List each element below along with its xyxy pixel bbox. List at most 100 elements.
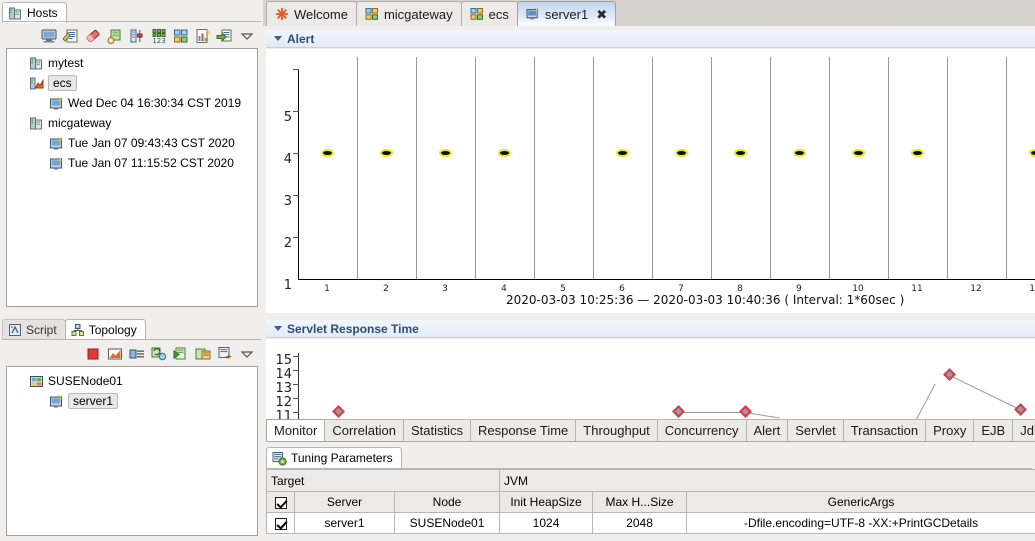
tree-item-mytest[interactable]: mytest (7, 53, 257, 73)
section-header-servlet-response-time[interactable]: Servlet Response Time (266, 320, 1035, 338)
session-icon (49, 136, 64, 151)
alert-ytick-1: 1 (283, 278, 292, 293)
host-chart-icon (29, 76, 44, 91)
editor-tab-micgateway[interactable]: micgateway (355, 1, 462, 26)
data-point (734, 149, 747, 157)
tree-item-session-2020-01-07-1115[interactable]: Tue Jan 07 11:15:52 CST 2020 (7, 153, 257, 173)
monitor-tabstrip: Monitor Correlation Statistics Response … (266, 419, 1035, 441)
column-header-node[interactable]: Node (393, 491, 501, 513)
tuning-parameters-table[interactable]: Target JVM Server Node Init HeapSize Max… (265, 469, 1035, 534)
counters-icon[interactable]: 123 (150, 27, 168, 45)
tab-response-time[interactable]: Response Time (469, 419, 577, 441)
topology-tree[interactable]: SUSENode01 server1 (7, 367, 257, 411)
table-column-header-row: Server Node Init HeapSize Max H...Size G… (266, 491, 1035, 513)
report-icon[interactable] (194, 27, 212, 45)
start-server-icon[interactable] (172, 345, 190, 363)
alert-xtick-3: 3 (442, 284, 448, 294)
tree-item-micgateway[interactable]: micgateway (7, 113, 257, 133)
view-menu-icon[interactable] (238, 27, 256, 45)
checkbox-icon[interactable] (274, 517, 287, 530)
alert-ytick-4: 4 (283, 152, 292, 167)
tree-item-label: Tue Jan 07 11:15:52 CST 2020 (68, 156, 234, 170)
refresh-topology-icon[interactable] (150, 345, 168, 363)
topology-toolbar (60, 344, 256, 364)
edit-script-icon[interactable] (62, 27, 80, 45)
table-row[interactable]: server1 SUSENode01 1024 2048 -Dfile.enco… (266, 512, 1035, 534)
eraser-icon[interactable] (84, 27, 102, 45)
tree-item-session-2020-01-07-0943[interactable]: Tue Jan 07 09:43:43 CST 2020 (7, 133, 257, 153)
servlet-response-time-chart[interactable]: 15 14 13 12 11 (266, 339, 1035, 419)
close-icon[interactable]: ✖ (596, 8, 607, 21)
section-header-alert[interactable]: Alert (266, 30, 1035, 48)
chevron-down-icon[interactable] (274, 36, 282, 41)
tune-icon[interactable] (128, 27, 146, 45)
alert-xtick-11: 11 (911, 284, 923, 294)
column-header-init-heapsize[interactable]: Init HeapSize (499, 491, 594, 513)
hosts-tree[interactable]: mytest ecs Wed Dec 04 16:30:34 CST 2019 … (7, 49, 257, 173)
view-menu-icon[interactable] (238, 345, 256, 363)
chart-icon[interactable] (106, 345, 124, 363)
tab-ejb[interactable]: EJB (973, 419, 1014, 441)
view-tab-topology[interactable]: Topology (64, 319, 146, 340)
view-tab-script[interactable]: Script (2, 319, 66, 340)
tab-statistics[interactable]: Statistics (402, 419, 471, 441)
view-tab-hosts[interactable]: Hosts (2, 2, 67, 23)
tree-item-susenode01[interactable]: SUSENode01 (7, 371, 257, 391)
tab-concurrency[interactable]: Concurrency (656, 419, 747, 441)
server-icon (49, 394, 64, 409)
tab-transaction[interactable]: Transaction (842, 419, 927, 441)
srt-ytick-13: 13 (275, 381, 292, 396)
properties-icon[interactable] (128, 345, 146, 363)
editor-tab-welcome[interactable]: Welcome (266, 1, 357, 26)
tab-label: Monitor (274, 423, 318, 438)
column-header-max-heapsize[interactable]: Max H...Size (592, 491, 688, 513)
grid-icon[interactable] (172, 27, 190, 45)
alert-xtick-2: 2 (383, 284, 389, 294)
row-checkbox-cell[interactable] (266, 512, 295, 534)
alert-ytick-2: 2 (283, 236, 292, 251)
monitor-icon[interactable] (40, 27, 58, 45)
checkbox-icon[interactable] (274, 496, 287, 509)
cell-server: server1 (294, 512, 395, 534)
tab-correlation[interactable]: Correlation (324, 419, 404, 441)
cell-max-heapsize: 2048 (592, 512, 688, 534)
tab-jdbcconnectionpool[interactable]: JdbcConnectionPo (1012, 419, 1035, 441)
hosts-toolbar: 123 (20, 26, 256, 46)
add-agent-icon[interactable] (106, 27, 124, 45)
view-tab-tuning-parameters[interactable]: Tuning Parameters (266, 447, 402, 468)
tab-throughput[interactable]: Throughput (575, 419, 658, 441)
topology-view: Script Topology SUSENode01 server1 (0, 313, 263, 541)
tab-servlet[interactable]: Servlet (787, 419, 844, 441)
editor-tab-server1[interactable]: server1 ✖ (516, 1, 617, 26)
deploy-icon[interactable] (194, 345, 212, 363)
hosts-tree-container[interactable]: mytest ecs Wed Dec 04 16:30:34 CST 2019 … (6, 48, 258, 307)
save-icon[interactable] (216, 345, 234, 363)
tree-item-label: ecs (48, 75, 77, 91)
data-point (321, 149, 334, 157)
srt-line-segment (949, 375, 1024, 412)
data-point (498, 149, 511, 157)
topology-view-tabfolder: Script Topology (2, 318, 146, 340)
tab-monitor[interactable]: Monitor (266, 419, 326, 441)
column-header-server[interactable]: Server (294, 491, 395, 513)
select-all-checkbox-header[interactable] (266, 491, 295, 513)
alert-chart[interactable]: 5 4 3 2 1 0 (266, 49, 1035, 313)
tab-label: Proxy (933, 423, 967, 438)
export-icon[interactable] (216, 27, 234, 45)
editor-tab-ecs[interactable]: ecs (460, 1, 518, 26)
tree-item-ecs[interactable]: ecs (7, 73, 257, 93)
tree-item-label: SUSENode01 (48, 374, 123, 388)
tab-proxy[interactable]: Proxy (925, 419, 975, 441)
stop-icon[interactable] (84, 345, 102, 363)
tree-item-server1[interactable]: server1 (7, 391, 257, 411)
alert-xtick-12: 12 (970, 284, 982, 294)
srt-ytick-11: 11 (275, 409, 292, 419)
column-header-genericargs[interactable]: GenericArgs (686, 491, 1035, 513)
chevron-down-icon[interactable] (274, 326, 282, 331)
data-point (380, 149, 393, 157)
script-icon (8, 323, 22, 337)
topology-tree-container[interactable]: SUSENode01 server1 (6, 366, 258, 536)
tab-alert[interactable]: Alert (745, 419, 789, 441)
srt-ytick-14: 14 (275, 367, 292, 382)
tree-item-session-2019-12-04[interactable]: Wed Dec 04 16:30:34 CST 2019 (7, 93, 257, 113)
